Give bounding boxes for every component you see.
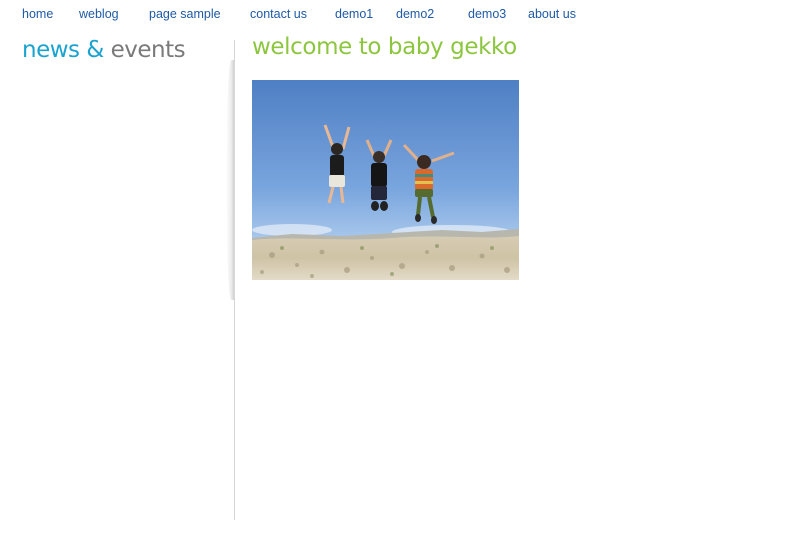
nav-home-link[interactable]: home — [22, 7, 53, 21]
nav-weblog-link[interactable]: weblog — [79, 7, 119, 21]
sidebar-title-events: events — [110, 37, 186, 63]
sidebar-title-news: news — [22, 37, 80, 63]
sidebar-title: news & events — [22, 37, 186, 63]
page-title: welcome to baby gekko — [252, 34, 517, 60]
nav-demo2-link[interactable]: demo2 — [396, 7, 434, 21]
top-nav: home weblog page sample contact us demo1… — [0, 0, 800, 28]
jumping-people-image — [252, 80, 519, 280]
sidebar-title-ampersand: & — [86, 37, 104, 63]
nav-demo1-link[interactable]: demo1 — [335, 7, 373, 21]
column-divider — [234, 40, 235, 520]
nav-page-sample-link[interactable]: page sample — [149, 7, 221, 21]
page: home weblog page sample contact us demo1… — [0, 0, 800, 560]
nav-demo3-link[interactable]: demo3 — [468, 7, 506, 21]
hero-photo — [252, 80, 519, 280]
nav-about-us-link[interactable]: about us — [528, 7, 576, 21]
nav-contact-us-link[interactable]: contact us — [250, 7, 307, 21]
